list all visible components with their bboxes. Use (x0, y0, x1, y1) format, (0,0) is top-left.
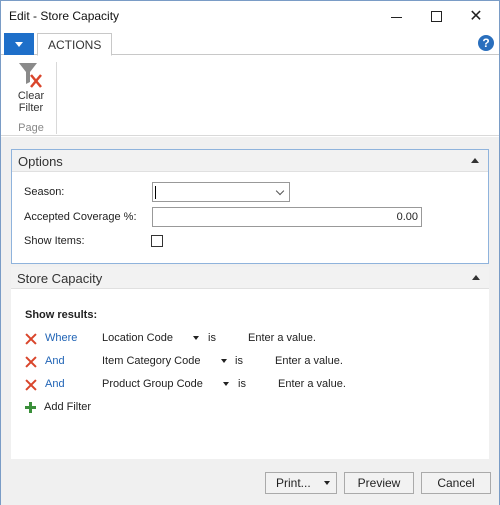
remove-filter-icon[interactable] (25, 333, 37, 345)
text-cursor (155, 186, 156, 199)
add-filter-link[interactable]: Add Filter (44, 401, 91, 413)
close-icon: ✕ (469, 8, 483, 25)
options-panel: Options Season: Accepted Coverage %: 0.0… (11, 149, 489, 264)
filter-field[interactable]: Item Category Code (102, 355, 200, 367)
cancel-button[interactable]: Cancel (421, 472, 491, 494)
chevron-down-icon[interactable] (193, 336, 199, 340)
coverage-label: Accepted Coverage %: (24, 211, 137, 223)
add-filter-row[interactable]: Add Filter (25, 401, 485, 419)
collapse-icon[interactable] (472, 275, 480, 280)
tab-actions[interactable]: ACTIONS (37, 33, 113, 56)
season-label: Season: (24, 186, 65, 198)
clear-filter-icon (19, 63, 42, 88)
dialog-window: Edit - Store Capacity ✕ ACTIONS ? Clear … (0, 0, 500, 505)
ribbon-tab-row: ACTIONS ? (1, 33, 499, 56)
store-capacity-title: Store Capacity (17, 271, 103, 286)
coverage-input[interactable]: 0.00 (152, 207, 422, 227)
print-button-label: Print... (276, 476, 311, 490)
ribbon-group-divider (56, 62, 57, 134)
collapse-icon[interactable] (471, 158, 479, 163)
show-items-checkbox[interactable] (151, 235, 163, 247)
filter-conjunction[interactable]: And (45, 355, 65, 367)
title-bar: Edit - Store Capacity ✕ (1, 1, 499, 31)
remove-filter-icon[interactable] (25, 379, 37, 391)
minimize-button[interactable] (379, 1, 413, 31)
show-items-label: Show Items: (24, 235, 85, 247)
filter-row: And Product Group Code is Enter a value. (25, 378, 485, 396)
maximize-button[interactable] (419, 1, 453, 31)
dialog-content: Options Season: Accepted Coverage %: 0.0… (1, 137, 499, 505)
add-icon[interactable] (25, 402, 36, 413)
filter-operator: is (235, 355, 243, 367)
preview-button[interactable]: Preview (344, 472, 414, 494)
ribbon: Clear Filter Page (1, 56, 499, 136)
filter-conjunction[interactable]: And (45, 378, 65, 390)
season-select[interactable] (152, 182, 290, 202)
clear-filter-label-1: Clear (17, 90, 45, 102)
filter-value[interactable]: Enter a value. (275, 355, 343, 367)
options-header[interactable]: Options (12, 150, 488, 172)
close-button[interactable]: ✕ (459, 1, 493, 31)
clear-filter-label-2: Filter (18, 102, 44, 114)
clear-filter-button[interactable]: Clear Filter (9, 60, 53, 114)
maximize-icon (430, 10, 442, 22)
window-title: Edit - Store Capacity (9, 9, 120, 23)
print-button[interactable]: Print... (265, 472, 337, 494)
store-capacity-header[interactable]: Store Capacity (11, 267, 489, 289)
filter-area: Show results: Where Location Code is Ent… (11, 289, 489, 459)
filter-field[interactable]: Product Group Code (102, 378, 203, 390)
help-icon[interactable]: ? (478, 35, 494, 51)
filter-operator: is (208, 332, 216, 344)
chevron-down-icon (15, 41, 23, 47)
filter-value[interactable]: Enter a value. (248, 332, 316, 344)
remove-filter-icon[interactable] (25, 356, 37, 368)
app-menu-button[interactable] (4, 33, 34, 55)
filter-field[interactable]: Location Code (102, 332, 173, 344)
chevron-down-icon[interactable] (221, 359, 227, 363)
filter-value[interactable]: Enter a value. (278, 378, 346, 390)
show-results-label: Show results: (25, 309, 98, 321)
filter-row: And Item Category Code is Enter a value. (25, 355, 485, 373)
minimize-icon (390, 16, 402, 18)
chevron-down-icon[interactable] (324, 481, 330, 485)
ribbon-group-page: Page (18, 122, 44, 134)
filter-operator: is (238, 378, 246, 390)
options-title: Options (18, 154, 63, 169)
filter-row: Where Location Code is Enter a value. (25, 332, 485, 350)
chevron-down-icon[interactable] (223, 382, 229, 386)
filter-conjunction[interactable]: Where (45, 332, 77, 344)
chevron-down-icon[interactable] (275, 186, 285, 196)
